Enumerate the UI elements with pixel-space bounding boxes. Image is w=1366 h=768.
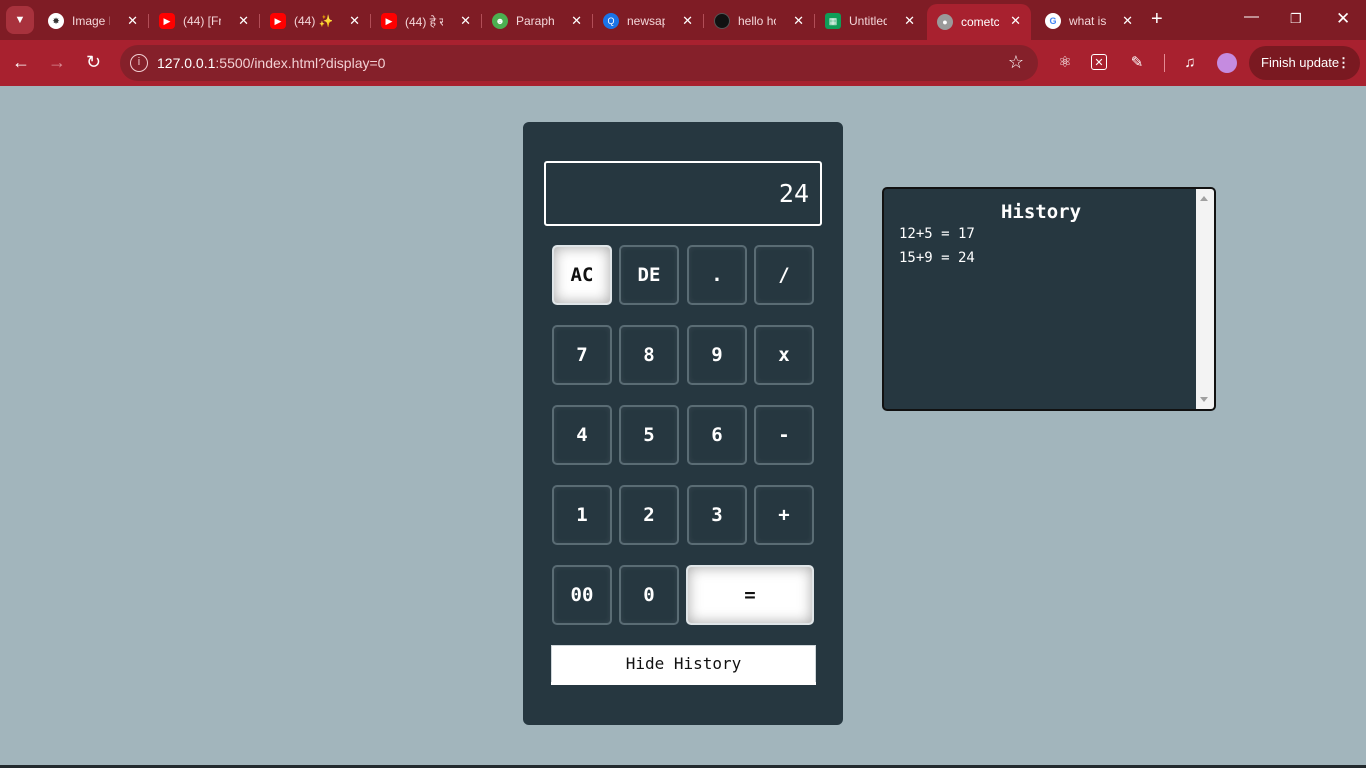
key-minus[interactable]: - xyxy=(754,405,814,465)
finish-update-button[interactable]: Finish update ⋮ xyxy=(1249,46,1360,80)
hide-history-button[interactable]: Hide History xyxy=(551,645,816,685)
restore-icon[interactable]: ❐ xyxy=(1290,11,1302,27)
tab-strip: ▼ ✸ Image I ✕ ▶ (44) [Fr ✕ ▶ (44) ✨ ✕ ▶ … xyxy=(0,0,1366,40)
url-path: :5500/index.html?display=0 xyxy=(215,55,386,71)
history-panel: History 12+5 = 17 15+9 = 24 xyxy=(882,187,1216,411)
history-list: 12+5 = 17 15+9 = 24 xyxy=(899,225,975,273)
tab-8[interactable]: ▦ Untitled ✕ xyxy=(815,6,925,36)
key-6[interactable]: 6 xyxy=(687,405,747,465)
tab-title: (44) [Fr xyxy=(183,14,221,28)
calculator-display: 24 xyxy=(544,161,822,226)
tab-1[interactable]: ✸ Image I ✕ xyxy=(38,6,148,36)
reload-button[interactable]: ↻ xyxy=(86,52,101,72)
globe-icon: ● xyxy=(937,14,953,30)
forward-button[interactable]: → xyxy=(48,52,66,72)
key-divide[interactable]: / xyxy=(754,245,814,305)
history-entry: 15+9 = 24 xyxy=(899,250,975,266)
tab-5[interactable]: ☻ Paraphr ✕ xyxy=(482,6,592,36)
profile-avatar[interactable] xyxy=(1217,53,1237,73)
tab-7[interactable]: hello ho ✕ xyxy=(704,6,814,36)
more-menu-icon[interactable]: ⋮ xyxy=(1337,46,1350,80)
tab-title: Paraphr xyxy=(516,14,554,28)
extensions-puzzle-icon[interactable]: ✎ xyxy=(1127,52,1147,72)
key-8[interactable]: 8 xyxy=(619,325,679,385)
finish-update-label: Finish update xyxy=(1261,55,1340,70)
close-tab-icon[interactable]: ✕ xyxy=(238,13,249,29)
close-tab-icon[interactable]: ✕ xyxy=(793,13,804,29)
tab-10[interactable]: G what is ✕ xyxy=(1035,6,1143,36)
tab-3[interactable]: ▶ (44) ✨ ✕ xyxy=(260,6,370,36)
key-3[interactable]: 3 xyxy=(687,485,747,545)
close-tab-icon[interactable]: ✕ xyxy=(571,13,582,29)
youtube-icon: ▶ xyxy=(381,13,397,29)
close-tab-icon[interactable]: ✕ xyxy=(1122,13,1133,29)
close-tab-icon[interactable]: ✕ xyxy=(349,13,360,29)
tab-4[interactable]: ▶ (44) हे र ✕ xyxy=(371,6,481,36)
close-tab-icon[interactable]: ✕ xyxy=(1010,13,1021,29)
tab-title: hello ho xyxy=(738,14,776,28)
scroll-up-arrow-icon[interactable] xyxy=(1200,196,1208,201)
extension-x-icon[interactable]: ✕ xyxy=(1091,54,1107,70)
tab-title: (44) ✨ xyxy=(294,14,332,28)
google-icon: G xyxy=(1045,13,1061,29)
close-tab-icon[interactable]: ✕ xyxy=(682,13,693,29)
key-9[interactable]: 9 xyxy=(687,325,747,385)
minimize-icon[interactable]: — xyxy=(1244,8,1259,25)
key-equals[interactable]: = xyxy=(686,565,814,625)
key-decimal[interactable]: . xyxy=(687,245,747,305)
q-icon: Q xyxy=(603,13,619,29)
react-devtools-icon[interactable]: ⚛ xyxy=(1055,52,1075,72)
tab-title: Untitled xyxy=(849,14,887,28)
key-plus[interactable]: + xyxy=(754,485,814,545)
scroll-down-arrow-icon[interactable] xyxy=(1200,397,1208,402)
youtube-icon: ▶ xyxy=(270,13,286,29)
openai-icon: ✸ xyxy=(48,13,64,29)
close-window-icon[interactable]: ✕ xyxy=(1336,9,1350,29)
key-2[interactable]: 2 xyxy=(619,485,679,545)
media-control-icon[interactable]: ♫ xyxy=(1180,52,1200,72)
youtube-icon: ▶ xyxy=(159,13,175,29)
tab-search-button[interactable]: ▼ xyxy=(6,6,34,34)
new-tab-button[interactable]: + xyxy=(1151,8,1163,30)
tab-title: what is xyxy=(1069,14,1107,28)
robot-icon: ☻ xyxy=(492,13,508,29)
key-1[interactable]: 1 xyxy=(552,485,612,545)
browser-toolbar: ← → ↻ i 127.0.0.1:5500/index.html?displa… xyxy=(0,40,1366,86)
url-host: 127.0.0.1 xyxy=(157,55,216,71)
tab-title: cometc xyxy=(961,15,999,29)
calculator: 24 AC DE . / 7 8 9 x 4 5 6 - 1 2 3 + 00 … xyxy=(523,122,843,725)
close-tab-icon[interactable]: ✕ xyxy=(127,13,138,29)
key-multiply[interactable]: x xyxy=(754,325,814,385)
key-delete[interactable]: DE xyxy=(619,245,679,305)
tab-title: (44) हे र xyxy=(405,14,443,29)
key-all-clear[interactable]: AC xyxy=(552,245,612,305)
key-0[interactable]: 0 xyxy=(619,565,679,625)
key-00[interactable]: 00 xyxy=(552,565,612,625)
tab-title: newsap xyxy=(627,14,665,28)
url-text[interactable]: 127.0.0.1:5500/index.html?display=0 xyxy=(157,55,385,71)
key-4[interactable]: 4 xyxy=(552,405,612,465)
site-info-icon[interactable]: i xyxy=(130,54,148,72)
tab-title: Image I xyxy=(72,14,110,28)
history-scrollbar[interactable] xyxy=(1196,189,1214,409)
history-entry: 12+5 = 17 xyxy=(899,226,975,242)
bookmark-star-icon[interactable]: ☆ xyxy=(1008,52,1024,73)
tab-2[interactable]: ▶ (44) [Fr ✕ xyxy=(149,6,259,36)
close-tab-icon[interactable]: ✕ xyxy=(460,13,471,29)
close-tab-icon[interactable]: ✕ xyxy=(904,13,915,29)
address-bar[interactable]: i 127.0.0.1:5500/index.html?display=0 ☆ xyxy=(120,45,1038,81)
back-button[interactable]: ← xyxy=(12,52,30,72)
key-7[interactable]: 7 xyxy=(552,325,612,385)
history-title: History xyxy=(1000,201,1082,223)
toolbar-divider xyxy=(1164,54,1165,72)
chevron-down-icon: ▼ xyxy=(14,14,26,26)
dark-circle-icon xyxy=(714,13,730,29)
tab-6[interactable]: Q newsap ✕ xyxy=(593,6,703,36)
sheets-icon: ▦ xyxy=(825,13,841,29)
key-5[interactable]: 5 xyxy=(619,405,679,465)
tab-9-active[interactable]: ● cometc ✕ xyxy=(927,4,1031,40)
